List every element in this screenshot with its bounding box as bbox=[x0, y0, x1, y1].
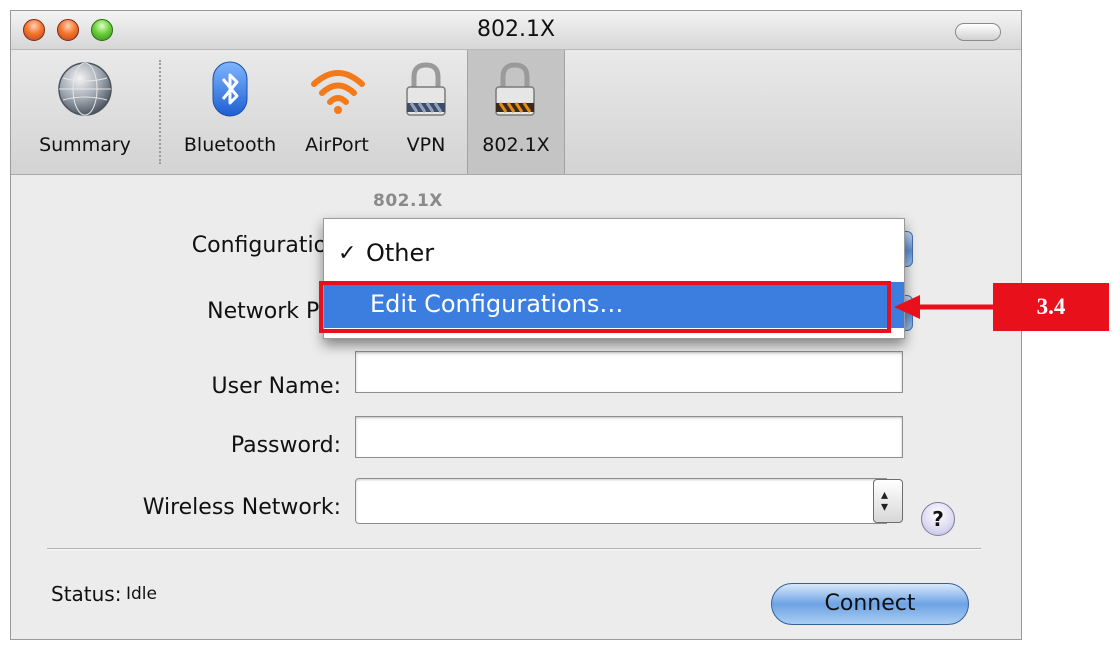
toolbar-item-8021x[interactable]: 802.1X bbox=[467, 50, 565, 174]
toolbar-toggle-button[interactable] bbox=[955, 23, 1001, 41]
annotation-highlight-box bbox=[319, 281, 891, 333]
password-field[interactable] bbox=[355, 416, 903, 458]
toolbar-label-8021x: 802.1X bbox=[482, 134, 550, 156]
annotation-label: 3.4 bbox=[993, 283, 1109, 331]
bluetooth-icon bbox=[212, 61, 248, 117]
wireless-network-label: Wireless Network: bbox=[142, 495, 341, 520]
toolbar-separator bbox=[159, 60, 161, 164]
status-label: Status: bbox=[51, 582, 122, 606]
preferences-window: 802.1X Summary Bluetooth AirPort VPN 802… bbox=[10, 10, 1022, 640]
status-value: Idle bbox=[126, 584, 157, 604]
window-title: 802.1X bbox=[476, 17, 556, 42]
username-label: User Name: bbox=[211, 374, 341, 399]
toolbar-label-airport: AirPort bbox=[305, 134, 369, 156]
wireless-network-combo-field[interactable] bbox=[355, 478, 887, 524]
toolbar: Summary Bluetooth AirPort VPN 802.1X bbox=[11, 50, 1021, 175]
wireless-network-popup-button[interactable]: ▴ ▾ bbox=[873, 479, 903, 523]
configuration-label: Configuration bbox=[191, 233, 341, 258]
divider bbox=[47, 548, 981, 550]
toolbar-item-airport[interactable]: AirPort bbox=[289, 50, 385, 174]
toolbar-label-summary: Summary bbox=[39, 134, 131, 156]
connect-button[interactable]: Connect bbox=[771, 583, 969, 625]
title-bar[interactable]: 802.1X bbox=[11, 11, 1021, 50]
annotation-arrow-icon bbox=[894, 295, 994, 319]
network-port-label: Network Por bbox=[207, 299, 341, 324]
toolbar-label-vpn: VPN bbox=[406, 134, 446, 156]
help-button[interactable]: ? bbox=[921, 502, 955, 536]
username-field[interactable] bbox=[355, 351, 903, 393]
wifi-icon bbox=[311, 70, 365, 114]
toolbar-label-bluetooth: Bluetooth bbox=[183, 134, 277, 156]
toolbar-item-summary[interactable]: Summary bbox=[21, 50, 149, 174]
password-label: Password: bbox=[230, 433, 341, 458]
menu-item-other[interactable]: Other bbox=[366, 239, 434, 267]
chevron-down-icon: ▾ bbox=[881, 499, 889, 515]
lock-icon bbox=[495, 62, 535, 116]
section-label: 802.1X bbox=[373, 191, 443, 211]
globe-icon bbox=[58, 62, 112, 116]
toolbar-item-vpn[interactable]: VPN bbox=[385, 50, 467, 174]
lock-icon bbox=[406, 62, 446, 116]
checkmark-icon: ✓ bbox=[338, 241, 357, 266]
toolbar-item-bluetooth[interactable]: Bluetooth bbox=[171, 50, 289, 174]
